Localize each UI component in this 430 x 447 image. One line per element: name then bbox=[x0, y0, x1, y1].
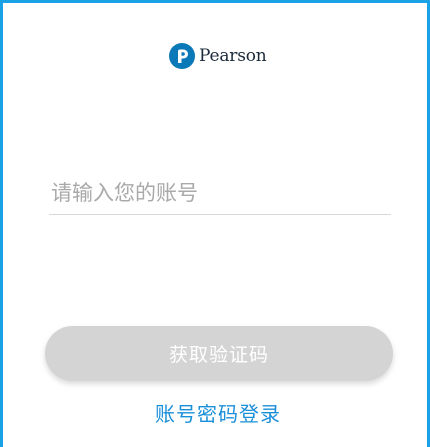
account-input[interactable] bbox=[49, 171, 391, 215]
get-verification-code-button[interactable]: 获取验证码 bbox=[45, 326, 393, 381]
pearson-p-icon bbox=[169, 43, 195, 69]
brand-logo: Pearson bbox=[169, 41, 267, 71]
password-login-link[interactable]: 账号密码登录 bbox=[3, 398, 430, 427]
brand-name: Pearson bbox=[199, 46, 267, 66]
login-window: Pearson 获取验证码 账号密码登录 bbox=[0, 0, 430, 447]
